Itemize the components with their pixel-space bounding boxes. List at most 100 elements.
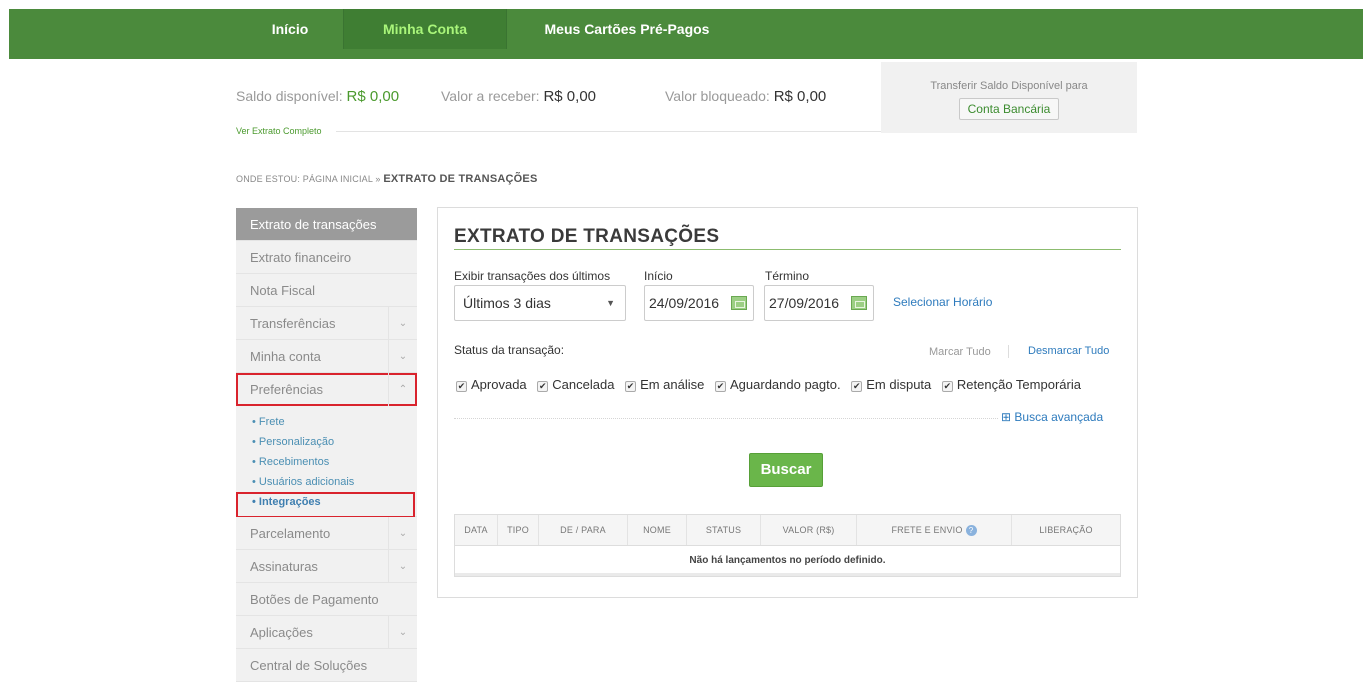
checkmark-icon: ✔ <box>715 381 726 392</box>
preferencias-submenu: • Frete • Personalização • Recebimentos … <box>236 406 417 518</box>
nav-cartoes[interactable]: Meus Cartões Pré-Pagos <box>507 9 747 49</box>
sidebar-item-extrato-transacoes[interactable]: Extrato de transações <box>236 208 417 241</box>
sidebar-item-label: Assinaturas <box>250 559 318 574</box>
chevron-down-icon[interactable]: ⌄ <box>388 616 417 649</box>
saldo-value: R$ 0,00 <box>346 88 400 105</box>
checkbox-label: Aguardando pagto. <box>730 377 841 392</box>
column-header-frete: FRETE E ENVIO? <box>857 515 1012 545</box>
extrato-panel: EXTRATO DE TRANSAÇÕES Exibir transações … <box>437 207 1138 598</box>
sidebar-item-parcelamento[interactable]: Parcelamento ⌄ <box>236 517 417 550</box>
column-header: DATA <box>455 515 498 545</box>
submenu-recebimentos[interactable]: • Recebimentos <box>252 452 417 472</box>
advanced-search-link[interactable]: ⊞ Busca avançada <box>1001 410 1103 424</box>
sidebar-item-assinaturas[interactable]: Assinaturas ⌄ <box>236 550 417 583</box>
submenu-frete[interactable]: • Frete <box>252 412 417 432</box>
separator <box>1008 345 1009 358</box>
unmark-all-link[interactable]: Desmarcar Tudo <box>1028 345 1109 357</box>
chevron-down-icon[interactable]: ⌄ <box>388 307 417 340</box>
sidebar-item-label: Preferências <box>250 382 323 397</box>
checkbox-label: Cancelada <box>552 377 615 392</box>
end-date-input[interactable]: 27/09/2016 <box>764 285 874 321</box>
select-time-link[interactable]: Selecionar Horário <box>893 295 992 309</box>
sidebar-item-botoes-pagamento[interactable]: Botões de Pagamento <box>236 583 417 616</box>
checkbox-retencao[interactable]: ✔ Retenção Temporária <box>941 377 1081 392</box>
column-header: VALOR (R$) <box>761 515 857 545</box>
nav-minha-conta[interactable]: Minha Conta <box>344 9 506 49</box>
conta-bancaria-button[interactable]: Conta Bancária <box>958 98 1060 120</box>
checkbox-aprovada[interactable]: ✔ Aprovada <box>456 377 527 392</box>
sidebar-item-extrato-financeiro[interactable]: Extrato financeiro <box>236 241 417 274</box>
sidebar-item-label: Extrato de transações <box>250 217 377 232</box>
sidebar-item-label: Parcelamento <box>250 526 331 541</box>
checkmark-icon: ✔ <box>625 381 637 392</box>
sidebar-item-nota-fiscal[interactable]: Nota Fiscal <box>236 274 417 307</box>
empty-message: Não há lançamentos no período definido. <box>455 546 1120 576</box>
title-underline <box>454 249 1121 250</box>
column-header: DE / PARA <box>539 515 628 545</box>
checkbox-label: Aprovada <box>471 377 527 392</box>
column-header-label: FRETE E ENVIO <box>891 525 963 535</box>
mark-all-link[interactable]: Marcar Tudo <box>929 346 991 358</box>
calendar-icon[interactable] <box>731 296 747 310</box>
checkbox-label: Em disputa <box>866 377 932 392</box>
start-date-input[interactable]: 24/09/2016 <box>644 285 754 321</box>
transfer-box: Transferir Saldo Disponível para Conta B… <box>881 62 1137 133</box>
sidebar-item-minha-conta[interactable]: Minha conta ⌄ <box>236 340 417 373</box>
help-icon[interactable]: ? <box>965 525 977 536</box>
column-header: LIBERAÇÃO <box>1039 525 1093 535</box>
start-label: Início <box>644 269 673 283</box>
checkbox-aguardando[interactable]: ✔ Aguardando pagto. <box>715 377 841 392</box>
checkbox-label: Em análise <box>640 377 705 392</box>
checkbox-em-disputa[interactable]: ✔ Em disputa <box>851 377 931 392</box>
receber-value: R$ 0,00 <box>543 88 597 105</box>
submenu-usuarios-adicionais[interactable]: • Usuários adicionais <box>252 472 417 492</box>
sidebar-item-transferencias[interactable]: Transferências ⌄ <box>236 307 417 340</box>
transactions-table: DATA TIPO DE / PARA NOME STATUS VALOR (R… <box>454 514 1121 577</box>
sidebar-item-label: Minha conta <box>250 349 321 364</box>
submenu-personalizacao[interactable]: • Personalização <box>252 432 417 452</box>
sidebar-item-label: Central de Soluções <box>250 658 368 673</box>
sidebar-item-central-solucoes[interactable]: Central de Soluções <box>236 649 417 682</box>
nav-inicio[interactable]: Início <box>237 9 343 49</box>
receber-label: Valor a receber: <box>441 88 540 104</box>
sidebar-item-label: Botões de Pagamento <box>250 592 379 607</box>
valor-bloqueado: Valor bloqueado: R$ 0,00 <box>665 88 826 105</box>
checkbox-label: Retenção Temporária <box>956 377 1081 392</box>
checkbox-em-analise[interactable]: ✔ Em análise <box>625 377 704 392</box>
chevron-down-icon[interactable]: ⌄ <box>388 517 417 550</box>
checkmark-icon: ✔ <box>941 381 953 392</box>
page-title: EXTRATO DE TRANSAÇÕES <box>454 226 720 247</box>
sidebar-item-preferencias[interactable]: Preferências ⌃ <box>236 373 417 406</box>
divider <box>336 131 881 132</box>
status-checkboxes: ✔ Aprovada ✔ Cancelada ✔ Em análise ✔ Aguard… <box>456 377 1088 392</box>
caret-down-icon: ▼ <box>606 298 615 308</box>
column-header: NOME <box>628 515 687 545</box>
period-label: Exibir transações dos últimos <box>454 269 611 283</box>
chevron-down-icon[interactable]: ⌄ <box>388 550 417 583</box>
start-date-value: 24/09/2016 <box>649 295 720 311</box>
checkmark-icon: ✔ <box>456 381 467 392</box>
saldo-label: Saldo disponível: <box>236 88 343 104</box>
search-button[interactable]: Buscar <box>749 453 823 487</box>
chevron-up-icon[interactable]: ⌃ <box>388 373 417 406</box>
period-select[interactable]: Últimos 3 dias ▼ <box>454 285 626 321</box>
bloqueado-value: R$ 0,00 <box>773 88 827 105</box>
checkbox-cancelada[interactable]: ✔ Cancelada <box>537 377 614 392</box>
period-select-value: Últimos 3 dias <box>463 295 551 311</box>
chevron-down-icon[interactable]: ⌄ <box>388 340 417 373</box>
column-header: STATUS <box>687 515 761 545</box>
transfer-label: Transferir Saldo Disponível para <box>930 80 1088 92</box>
top-nav: Início Minha Conta Meus Cartões Pré-Pago… <box>9 9 1363 59</box>
sidebar-item-label: Transferências <box>250 316 336 331</box>
sidebar-item-label: Aplicações <box>250 625 313 640</box>
sidebar-item-aplicacoes[interactable]: Aplicações ⌄ <box>236 616 417 649</box>
ver-extrato-link[interactable]: Ver Extrato Completo <box>236 126 322 136</box>
divider <box>454 418 998 419</box>
status-label: Status da transação: <box>454 343 565 357</box>
sidebar-item-label: Extrato financeiro <box>250 250 352 265</box>
checkmark-icon: ✔ <box>537 381 549 392</box>
calendar-icon[interactable] <box>851 296 867 310</box>
breadcrumb-prefix[interactable]: ONDE ESTOU: PÁGINA INICIAL » <box>236 174 381 184</box>
sidebar-item-label: Nota Fiscal <box>250 283 316 298</box>
bloqueado-label: Valor bloqueado: <box>665 88 770 104</box>
